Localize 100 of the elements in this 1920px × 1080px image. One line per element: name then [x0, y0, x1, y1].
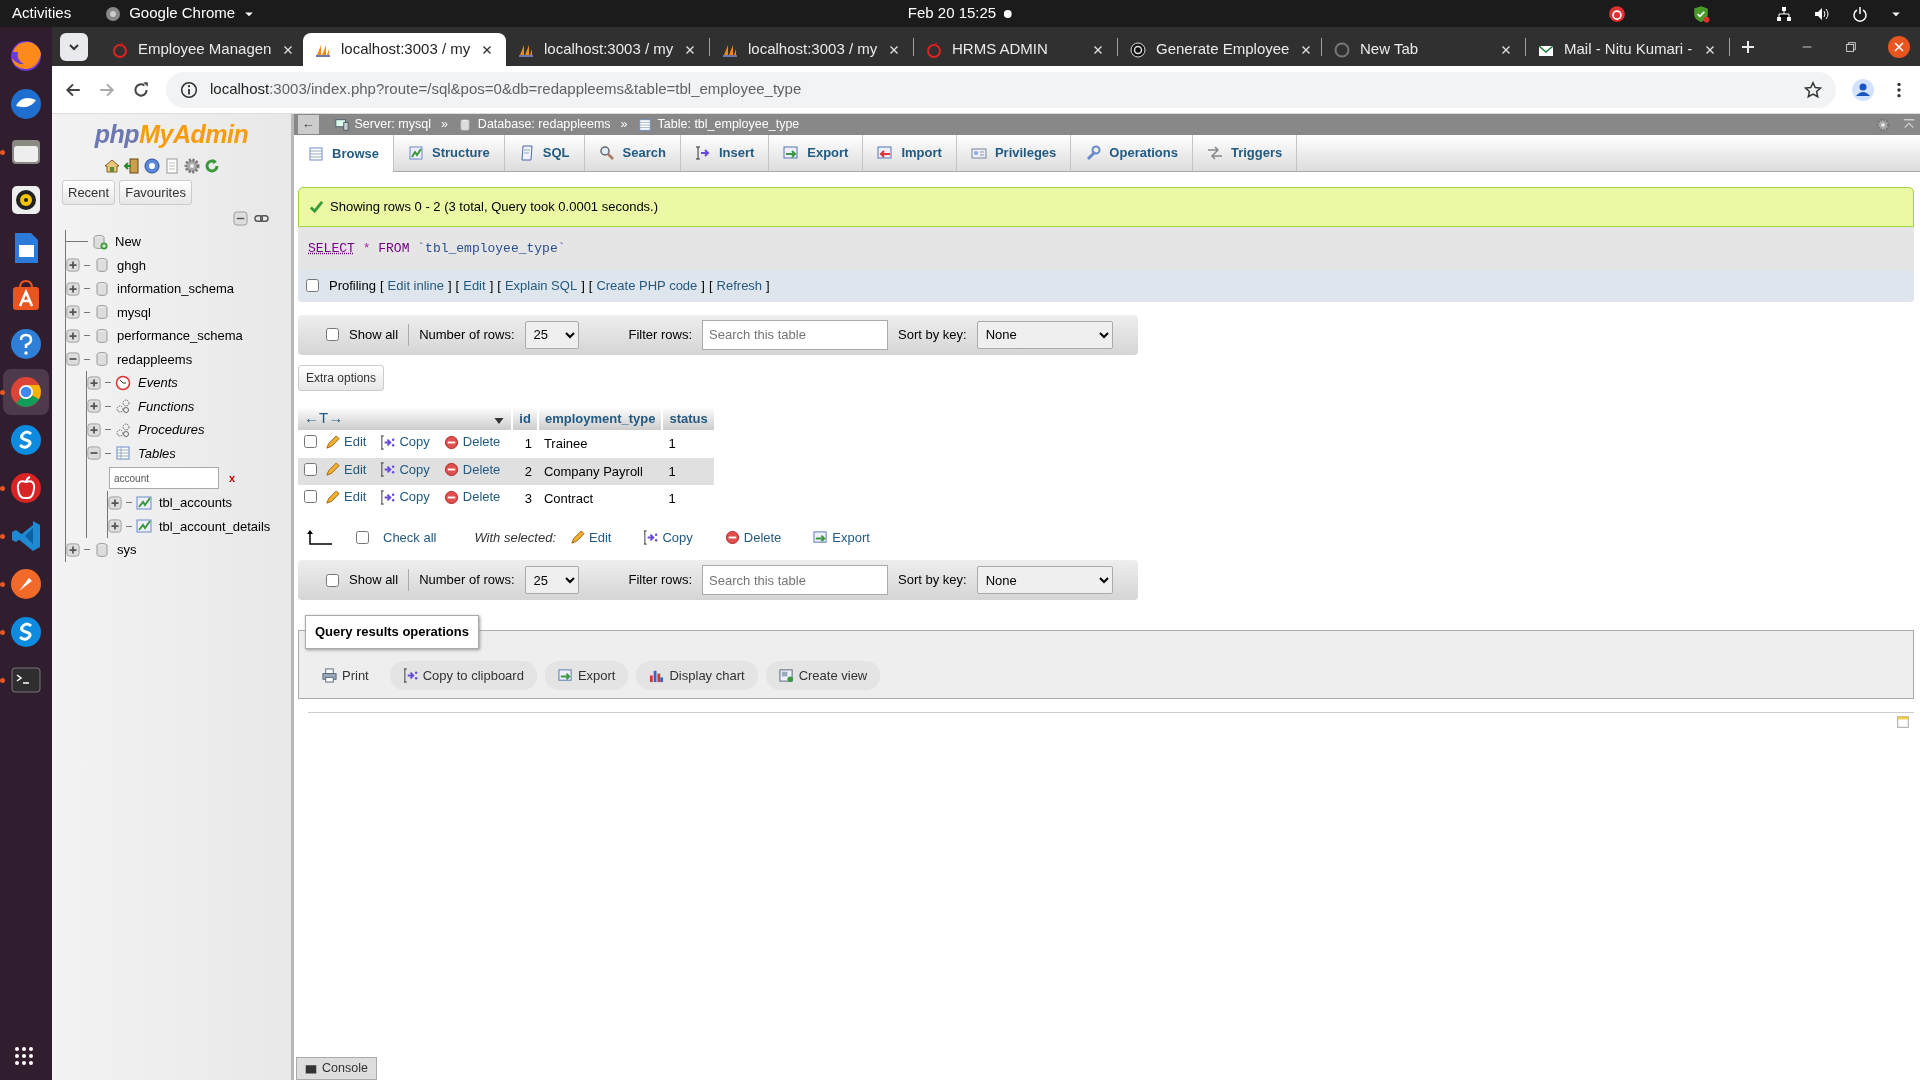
browser-tab[interactable]: localhost:3003 / my: [506, 33, 709, 66]
tree-item[interactable]: mysql: [117, 302, 151, 322]
sort-select[interactable]: None: [976, 566, 1113, 594]
tab[interactable]: Search: [584, 135, 681, 171]
collapse-icon[interactable]: [66, 352, 80, 367]
dock-item[interactable]: [3, 369, 49, 415]
app-menu[interactable]: Google Chrome: [105, 2, 256, 25]
tree-item[interactable]: New: [115, 232, 141, 252]
tab[interactable]: Operations: [1071, 135, 1193, 171]
profiling-link[interactable]: Create PHP code: [596, 276, 698, 296]
browser-tab[interactable]: New Tab: [1322, 33, 1525, 66]
tree-item[interactable]: Functions: [138, 396, 195, 416]
table-filter-field[interactable]: account: [109, 467, 219, 489]
tree-item[interactable]: Events: [138, 373, 178, 393]
profiling-link[interactable]: Edit: [463, 276, 486, 296]
row-action-link[interactable]: Delete: [443, 487, 501, 507]
show-all-checkbox[interactable]: [326, 328, 339, 341]
new-tab-icon[interactable]: [1740, 39, 1756, 56]
home-icon[interactable]: [103, 157, 120, 174]
profiling-link[interactable]: Edit inline: [387, 276, 444, 296]
app-grid-icon[interactable]: [14, 1046, 36, 1068]
tab[interactable]: Privileges: [956, 135, 1072, 171]
logo[interactable]: phpMyAdmin: [52, 116, 291, 154]
restore-icon[interactable]: [1844, 39, 1858, 54]
row-checkbox[interactable]: [304, 462, 317, 476]
row-action-link[interactable]: Copy: [380, 432, 430, 452]
query-operation-button[interactable]: Print: [309, 660, 382, 690]
tree-item[interactable]: tbl_account_details: [159, 516, 271, 536]
address-bar[interactable]: localhost:3003/index.php?route=/sql&pos=0&db=redappleems&table=tbl_employee_type: [166, 71, 1836, 108]
expand-icon[interactable]: [66, 542, 80, 557]
browser-tab[interactable]: localhost:3003 / my: [303, 33, 506, 66]
expand-icon[interactable]: [108, 495, 122, 510]
check-all-link[interactable]: Check all: [383, 527, 437, 547]
clock[interactable]: Feb 20 15:25: [907, 2, 997, 25]
query-operation-button[interactable]: Create view: [765, 660, 881, 690]
profiling-checkbox[interactable]: [306, 279, 319, 293]
tab[interactable]: Triggers: [1192, 135, 1298, 171]
profile-icon[interactable]: [1852, 78, 1874, 101]
tab[interactable]: Browse: [294, 135, 394, 172]
help-icon[interactable]: [143, 157, 160, 174]
sidebar-tab-button[interactable]: Recent: [62, 179, 116, 205]
expand-icon[interactable]: [66, 328, 80, 343]
collapse-icon[interactable]: [87, 446, 101, 461]
tab[interactable]: Import: [863, 135, 957, 171]
browser-tab[interactable]: Employee Managen: [100, 33, 303, 66]
console-button[interactable]: Console: [296, 1057, 377, 1080]
collapse-button[interactable]: ←: [298, 115, 319, 134]
row-action-link[interactable]: Edit: [325, 432, 367, 452]
bulk-action-link[interactable]: Edit: [570, 527, 612, 547]
tab-search-button[interactable]: [60, 32, 88, 61]
rows-select[interactable]: 25: [524, 320, 579, 349]
tree-item[interactable]: performance_schema: [117, 326, 243, 346]
bulk-action-link[interactable]: Delete: [724, 527, 782, 547]
tree-item[interactable]: redappleems: [117, 349, 193, 369]
column-resize-control[interactable]: ←T→: [304, 408, 344, 426]
breadcrumb-link[interactable]: Server: mysql: [354, 115, 431, 134]
settings-icon[interactable]: [1876, 117, 1890, 132]
query-operation-button[interactable]: Display chart: [636, 660, 758, 690]
tree-item[interactable]: ghgh: [117, 255, 146, 275]
browser-tab[interactable]: HRMS ADMIN: [914, 33, 1117, 66]
reload-icon[interactable]: [132, 80, 150, 99]
tree-item[interactable]: sys: [117, 540, 137, 560]
row-checkbox[interactable]: [304, 490, 317, 503]
row-action-link[interactable]: Copy: [380, 487, 430, 507]
profiling-link[interactable]: Explain SQL: [504, 276, 578, 296]
show-all-checkbox[interactable]: [326, 573, 339, 587]
extra-options-button[interactable]: Extra options: [298, 364, 385, 391]
filter-field[interactable]: Search this table: [702, 319, 889, 350]
rows-select[interactable]: 25: [524, 566, 579, 594]
tree-item[interactable]: information_schema: [117, 279, 235, 299]
sidebar-tab-button[interactable]: Favourites: [119, 179, 192, 205]
bulk-action-link[interactable]: Export: [813, 527, 870, 547]
tab[interactable]: Export: [769, 135, 864, 171]
tree-item[interactable]: tbl_accounts: [159, 493, 232, 513]
row-checkbox[interactable]: [304, 435, 317, 448]
expand-icon[interactable]: [108, 519, 122, 534]
breadcrumb-link[interactable]: Database: redappleems: [477, 115, 611, 134]
breadcrumb-link[interactable]: Table: tbl_employee_type: [657, 115, 800, 134]
clear-filter-button[interactable]: x: [229, 469, 236, 487]
sort-select[interactable]: None: [976, 320, 1113, 349]
bulk-action-link[interactable]: Copy: [643, 527, 693, 547]
browser-tab[interactable]: localhost:3003 / my: [710, 33, 913, 66]
tab[interactable]: Structure: [393, 135, 505, 171]
profiling-link[interactable]: Refresh: [716, 276, 763, 296]
activities-button[interactable]: Activities: [12, 2, 72, 25]
browser-tab[interactable]: Mail - Nitu Kumari -: [1526, 33, 1729, 66]
query-operation-button[interactable]: Copy to clipboard: [389, 660, 537, 690]
settings-icon[interactable]: [183, 157, 200, 174]
browser-tab[interactable]: Generate Employee: [1118, 33, 1321, 66]
expand-icon[interactable]: [66, 258, 80, 273]
collapse-all-icon[interactable]: [233, 211, 248, 226]
expand-icon[interactable]: [87, 399, 101, 414]
expand-icon[interactable]: [87, 375, 101, 390]
query-operation-button[interactable]: Export: [544, 660, 629, 690]
expand-icon[interactable]: [66, 305, 80, 320]
expand-icon[interactable]: [87, 422, 101, 437]
tree-item[interactable]: Procedures: [138, 420, 205, 440]
door-icon[interactable]: [123, 157, 140, 174]
close-icon[interactable]: [1888, 35, 1910, 58]
tab[interactable]: SQL: [504, 135, 585, 171]
